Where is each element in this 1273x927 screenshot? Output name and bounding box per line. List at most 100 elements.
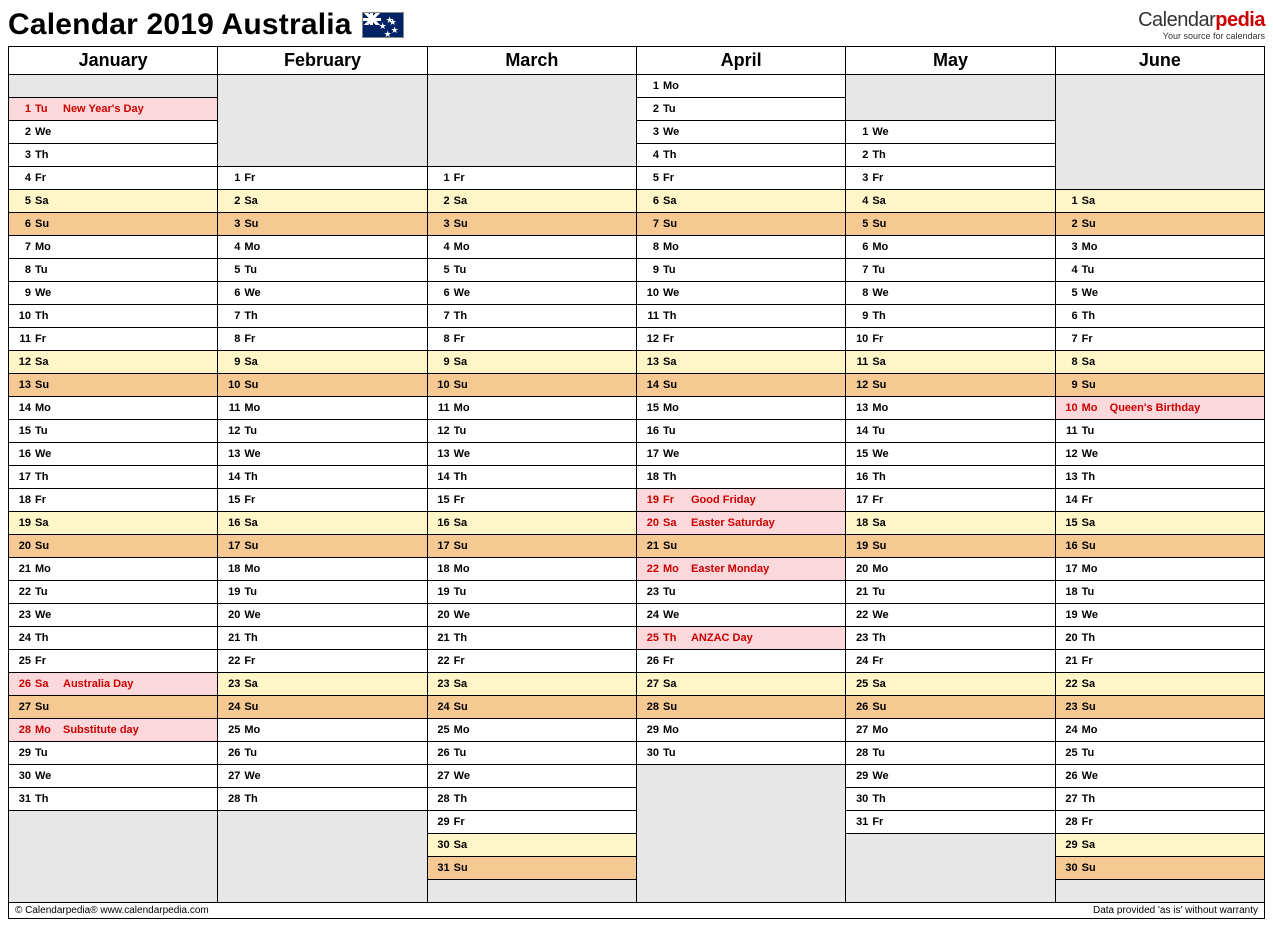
day-cell: 17Fr — [846, 489, 1055, 512]
day-cell: 2Th — [846, 144, 1055, 167]
day-cell: 12Su — [846, 374, 1055, 397]
day-cell: 22We — [846, 604, 1055, 627]
day-cell: 3We — [636, 121, 845, 144]
day-cell: 5Sa — [9, 190, 218, 213]
day-cell: 18Mo — [427, 558, 636, 581]
day-cell: 26Tu — [218, 742, 427, 765]
day-cell: 16Sa — [218, 512, 427, 535]
day-cell: 3Su — [218, 213, 427, 236]
day-cell: 27Su — [9, 696, 218, 719]
day-cell: 12We — [1055, 443, 1264, 466]
month-header-january: January — [9, 47, 218, 75]
month-header-february: February — [218, 47, 427, 75]
day-cell: 18Fr — [9, 489, 218, 512]
day-cell: 5We — [1055, 282, 1264, 305]
day-cell: 9Sa — [218, 351, 427, 374]
day-cell: 8Fr — [218, 328, 427, 351]
day-cell: 4Th — [636, 144, 845, 167]
day-cell: 19Su — [846, 535, 1055, 558]
day-cell: 3Mo — [1055, 236, 1264, 259]
day-cell: 19Sa — [9, 512, 218, 535]
day-cell: 31Fr — [846, 811, 1055, 834]
day-cell: 1Fr — [427, 167, 636, 190]
day-cell: 11Th — [636, 305, 845, 328]
day-cell: 11Tu — [1055, 420, 1264, 443]
day-cell: 23Tu — [636, 581, 845, 604]
day-cell: 25Mo — [427, 719, 636, 742]
day-cell: 10MoQueen's Birthday — [1055, 397, 1264, 420]
day-cell: 25Mo — [218, 719, 427, 742]
day-cell: 17Th — [9, 466, 218, 489]
day-cell: 8Mo — [636, 236, 845, 259]
day-cell: 29Mo — [636, 719, 845, 742]
day-cell: 3Th — [9, 144, 218, 167]
day-cell: 21Tu — [846, 581, 1055, 604]
empty-cell — [218, 811, 427, 903]
day-cell: 19Tu — [218, 581, 427, 604]
day-cell: 24Su — [218, 696, 427, 719]
empty-cell — [9, 75, 218, 98]
holiday-label: ANZAC Day — [691, 632, 753, 644]
empty-cell — [636, 765, 845, 903]
day-cell: 24Th — [9, 627, 218, 650]
day-cell: 28Th — [427, 788, 636, 811]
day-cell: 20Th — [1055, 627, 1264, 650]
day-cell: 16We — [9, 443, 218, 466]
holiday-label: Australia Day — [63, 678, 133, 690]
day-cell: 21Su — [636, 535, 845, 558]
holiday-label: Substitute day — [63, 724, 139, 736]
day-cell: 29Fr — [427, 811, 636, 834]
day-cell: 29Sa — [1055, 834, 1264, 857]
day-cell: 19Tu — [427, 581, 636, 604]
month-header-may: May — [846, 47, 1055, 75]
day-cell: 10Su — [218, 374, 427, 397]
day-cell: 17Mo — [1055, 558, 1264, 581]
day-cell: 20Su — [9, 535, 218, 558]
empty-cell — [427, 75, 636, 167]
day-cell: 24Mo — [1055, 719, 1264, 742]
brand-logo: Calendarpedia Your source for calendars — [1138, 10, 1265, 41]
day-cell: 28Th — [218, 788, 427, 811]
day-cell: 28Tu — [846, 742, 1055, 765]
day-cell: 9Sa — [427, 351, 636, 374]
day-cell: 13We — [218, 443, 427, 466]
empty-cell — [9, 811, 218, 903]
day-cell: 1Mo — [636, 75, 845, 98]
day-cell: 6Su — [9, 213, 218, 236]
holiday-label: Queen's Birthday — [1110, 402, 1201, 414]
day-cell: 30Su — [1055, 857, 1264, 880]
day-cell: 8Tu — [9, 259, 218, 282]
holiday-label: Easter Monday — [691, 563, 769, 575]
day-cell: 25Tu — [1055, 742, 1264, 765]
day-cell: 28Fr — [1055, 811, 1264, 834]
day-cell: 18Mo — [218, 558, 427, 581]
header: Calendar 2019 Australia Calendarpedia Yo… — [8, 8, 1265, 42]
day-cell: 24Fr — [846, 650, 1055, 673]
empty-cell — [846, 834, 1055, 903]
day-cell: 6Mo — [846, 236, 1055, 259]
footer-right: Data provided 'as is' without warranty — [1093, 905, 1258, 916]
day-cell: 30Tu — [636, 742, 845, 765]
day-cell: 16Tu — [636, 420, 845, 443]
day-cell: 26Tu — [427, 742, 636, 765]
day-cell: 25Fr — [9, 650, 218, 673]
day-cell: 22Fr — [427, 650, 636, 673]
day-cell: 2Sa — [427, 190, 636, 213]
day-cell: 12Tu — [427, 420, 636, 443]
day-cell: 14Fr — [1055, 489, 1264, 512]
day-cell: 10We — [636, 282, 845, 305]
day-cell: 20We — [218, 604, 427, 627]
day-cell: 14Tu — [846, 420, 1055, 443]
day-cell: 29Tu — [9, 742, 218, 765]
day-cell: 16Th — [846, 466, 1055, 489]
day-cell: 13Mo — [846, 397, 1055, 420]
day-cell: 21Mo — [9, 558, 218, 581]
day-cell: 5Tu — [427, 259, 636, 282]
day-cell: 7Th — [427, 305, 636, 328]
day-cell: 7Th — [218, 305, 427, 328]
day-cell: 26Fr — [636, 650, 845, 673]
day-cell: 23Sa — [427, 673, 636, 696]
day-cell: 23We — [9, 604, 218, 627]
day-cell: 16Su — [1055, 535, 1264, 558]
day-cell: 12Fr — [636, 328, 845, 351]
